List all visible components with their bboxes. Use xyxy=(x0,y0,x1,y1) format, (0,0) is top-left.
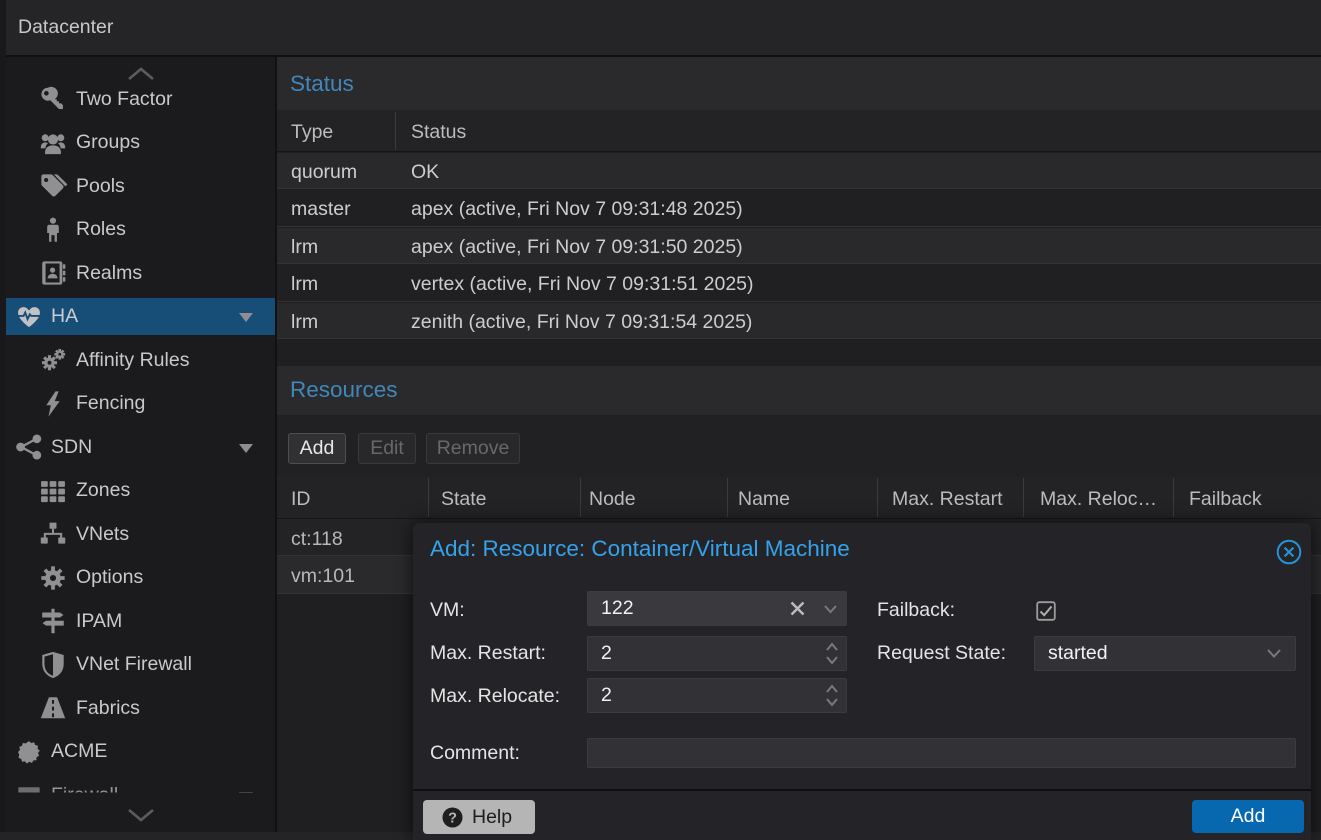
svg-text:?: ? xyxy=(448,810,457,826)
